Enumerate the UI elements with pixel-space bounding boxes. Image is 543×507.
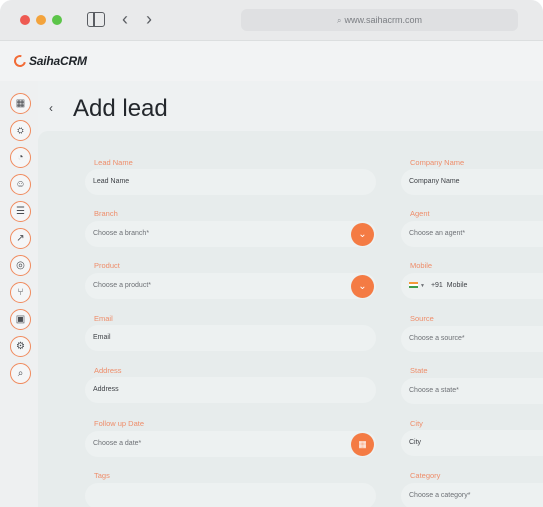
browser-window: ‹ › ⌕ www.saihacrm.com SaihaCRM ▦ ⛭ ◔ ☺ ☰… (0, 0, 543, 507)
handshake-icon: ⛭ (17, 125, 24, 135)
company-name-label: Company Name (410, 158, 465, 167)
state-select[interactable]: Choose a state* (401, 378, 543, 404)
follow-up-date-label: Follow up Date (94, 419, 145, 428)
tags-label: Tags (94, 471, 110, 480)
tags-field[interactable] (85, 483, 376, 507)
rail-global[interactable]: ◎ (10, 255, 31, 276)
add-lead-form: Lead Name Lead Name Branch Choose a bran… (38, 131, 543, 507)
branch-dropdown-chevron-icon[interactable]: ⌄ (351, 223, 374, 246)
product-select[interactable]: Choose a product* (85, 273, 376, 299)
rail-reports[interactable]: ☰ (10, 201, 31, 222)
rail-trends[interactable]: ↗ (10, 228, 31, 249)
category-select[interactable]: Choose a category* (401, 483, 543, 507)
sidebar-toggle-icon[interactable] (87, 12, 105, 27)
email-label: Email (94, 314, 113, 323)
globe-icon: ◎ (16, 260, 25, 271)
mobile-field[interactable]: ▼ +91 Mobile (401, 273, 543, 299)
mobile-value: Mobile (446, 282, 468, 289)
country-caret-icon[interactable]: ▼ (420, 283, 425, 289)
main-content: ‹ Add lead Lead Name Lead Name Branch Ch… (38, 81, 543, 507)
rail-settings[interactable]: ⚙ (10, 336, 31, 357)
browser-toolbar: ‹ › ⌕ www.saihacrm.com (0, 0, 543, 41)
address-field[interactable]: Address (85, 377, 376, 403)
close-window-button[interactable] (20, 15, 30, 25)
rail-search[interactable]: ⌕ (10, 363, 31, 384)
state-label: State (410, 366, 428, 375)
product-label: Product (94, 261, 120, 270)
lead-name-field[interactable]: Lead Name (85, 169, 376, 195)
left-nav-rail: ▦ ⛭ ◔ ☺ ☰ ↗ ◎ ⑂ ▣ ⚙ ⌕ (0, 81, 38, 507)
rail-analytics[interactable]: ◔ (10, 147, 31, 168)
agent-select[interactable]: Choose an agent* (401, 221, 543, 247)
category-label: Category (410, 471, 441, 480)
rail-contacts[interactable]: ☺ (10, 174, 31, 195)
dashboard-icon: ▦ (15, 98, 26, 109)
image-icon: ▣ (15, 314, 26, 325)
address-bar-url: www.saihacrm.com (344, 15, 422, 25)
rail-dashboard[interactable]: ▦ (10, 93, 31, 114)
agent-label: Agent (410, 209, 430, 218)
lead-name-label: Lead Name (94, 158, 133, 167)
city-field[interactable]: City (401, 430, 543, 456)
logo-icon (11, 52, 29, 70)
branch-icon: ⑂ (17, 287, 24, 298)
people-icon: ☺ (15, 179, 26, 190)
calendar-icon[interactable]: ▦ (351, 433, 374, 456)
india-flag-icon[interactable] (409, 282, 418, 289)
page-title: Add lead (73, 95, 168, 122)
app-header: SaihaCRM (0, 41, 543, 81)
company-name-field[interactable]: Company Name (401, 169, 543, 195)
report-icon: ☰ (16, 206, 25, 217)
rail-media[interactable]: ▣ (10, 309, 31, 330)
brand-name: SaihaCRM (29, 54, 87, 68)
back-arrow-icon[interactable]: ‹ (122, 10, 128, 28)
settings-icon: ⚙ (16, 341, 25, 352)
follow-up-date-field[interactable]: Choose a date* (85, 431, 376, 457)
country-code: +91 (430, 282, 443, 289)
maximize-window-button[interactable] (52, 15, 62, 25)
forward-arrow-icon[interactable]: › (146, 10, 152, 28)
search-icon: ⌕ (337, 16, 342, 25)
source-label: Source (410, 314, 434, 323)
minimize-window-button[interactable] (36, 15, 46, 25)
source-select[interactable]: Choose a source* (401, 326, 543, 352)
product-dropdown-chevron-icon[interactable]: ⌄ (351, 275, 374, 298)
rail-deals[interactable]: ⛭ (10, 120, 31, 141)
city-label: City (410, 419, 423, 428)
trend-icon: ↗ (16, 233, 25, 244)
branch-select[interactable]: Choose a branch* (85, 221, 376, 247)
mobile-label: Mobile (410, 261, 433, 270)
email-field[interactable]: Email (85, 325, 376, 351)
brand-logo[interactable]: SaihaCRM (11, 52, 87, 70)
search-icon: ⌕ (17, 368, 24, 379)
address-bar[interactable]: ⌕ www.saihacrm.com (241, 9, 518, 31)
rail-pipeline[interactable]: ⑂ (10, 282, 31, 303)
back-chevron-icon[interactable]: ‹ (49, 101, 53, 115)
address-label: Address (94, 366, 122, 375)
chart-pie-icon: ◔ (17, 152, 24, 163)
branch-label: Branch (94, 209, 118, 218)
